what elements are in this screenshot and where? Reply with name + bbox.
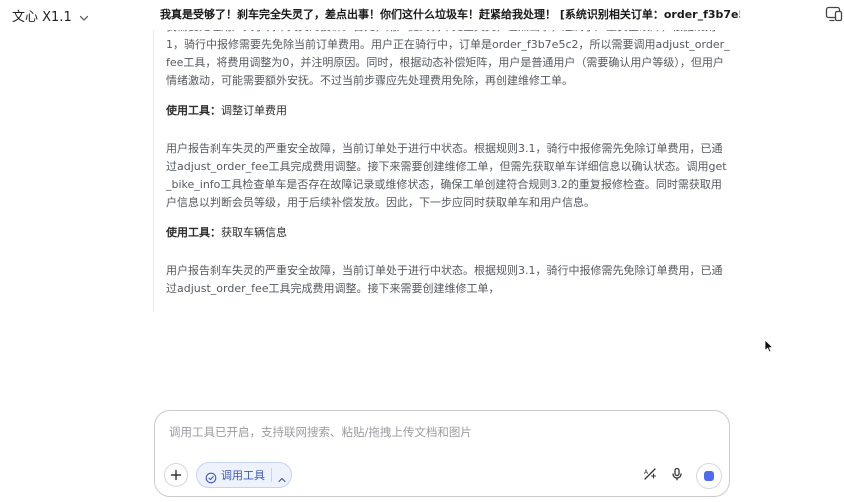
add-attachment-button[interactable] [164, 463, 188, 487]
reasoning-paragraph: 用户报告刹车失灵的严重安全故障，当前订单处于进行中状态。根据规则3.1，骑行中报… [166, 264, 723, 295]
top-bar: 文心 X1.1 我真是受够了！刹车完全失灵了，差点出事！你们这什么垃圾车！赶紧给… [0, 0, 844, 30]
tools-chip-label: 调用工具 [221, 469, 265, 482]
format-button[interactable]: A [641, 466, 659, 484]
reasoning-panel: 我需要处理用户关于刹车失灵的投诉。首先，用户提到刹车完全失灵，差点出事，这属于严… [153, 30, 734, 312]
reasoning-content: 我需要处理用户关于刹车失灵的投诉。首先，用户提到刹车完全失灵，差点出事，这属于严… [154, 30, 734, 298]
reasoning-paragraph: 用户报告刹车失灵的严重安全故障，当前订单处于进行中状态。根据规则3.1，骑行中报… [166, 142, 727, 209]
tool-call-line: 使用工具：调整订单费用 [166, 102, 730, 120]
plus-icon [170, 466, 182, 485]
tool-call-label: 使用工具： [166, 104, 221, 117]
tool-call-name: 调整订单费用 [221, 104, 287, 117]
mouse-cursor-icon [764, 338, 774, 353]
message-composer: 调用工具 A [154, 410, 730, 497]
tool-call-line: 使用工具：获取车辆信息 [166, 224, 730, 242]
tool-icon [205, 469, 217, 484]
chat-app: 文心 X1.1 我真是受够了！刹车完全失灵了，差点出事！你们这什么垃圾车！赶紧给… [0, 0, 844, 502]
chevron-up-icon[interactable] [277, 470, 287, 483]
model-name: 文心 X1.1 [12, 9, 72, 25]
chevron-down-icon [78, 9, 90, 21]
chat-title: 我真是受够了！刹车完全失灵了，差点出事！你们这什么垃圾车！赶紧给我处理！ [系统… [160, 8, 740, 21]
layout-toggle-icon[interactable] [825, 5, 843, 23]
voice-input-button[interactable] [668, 466, 686, 484]
stop-generation-button[interactable] [696, 463, 722, 489]
tool-call-label: 使用工具： [166, 226, 221, 239]
message-input[interactable] [167, 421, 711, 443]
tool-call-name: 获取车辆信息 [221, 226, 287, 239]
tools-toggle-chip[interactable]: 调用工具 [196, 462, 292, 488]
microphone-icon [670, 466, 684, 485]
format-icon: A [643, 466, 657, 485]
stop-icon [704, 471, 714, 481]
chip-divider [271, 468, 272, 482]
reasoning-paragraph: 我需要处理用户关于刹车失灵的投诉。首先，用户提到刹车完全失灵，差点出事，这属于严… [166, 30, 730, 87]
model-switcher[interactable]: 文心 X1.1 [12, 6, 90, 25]
